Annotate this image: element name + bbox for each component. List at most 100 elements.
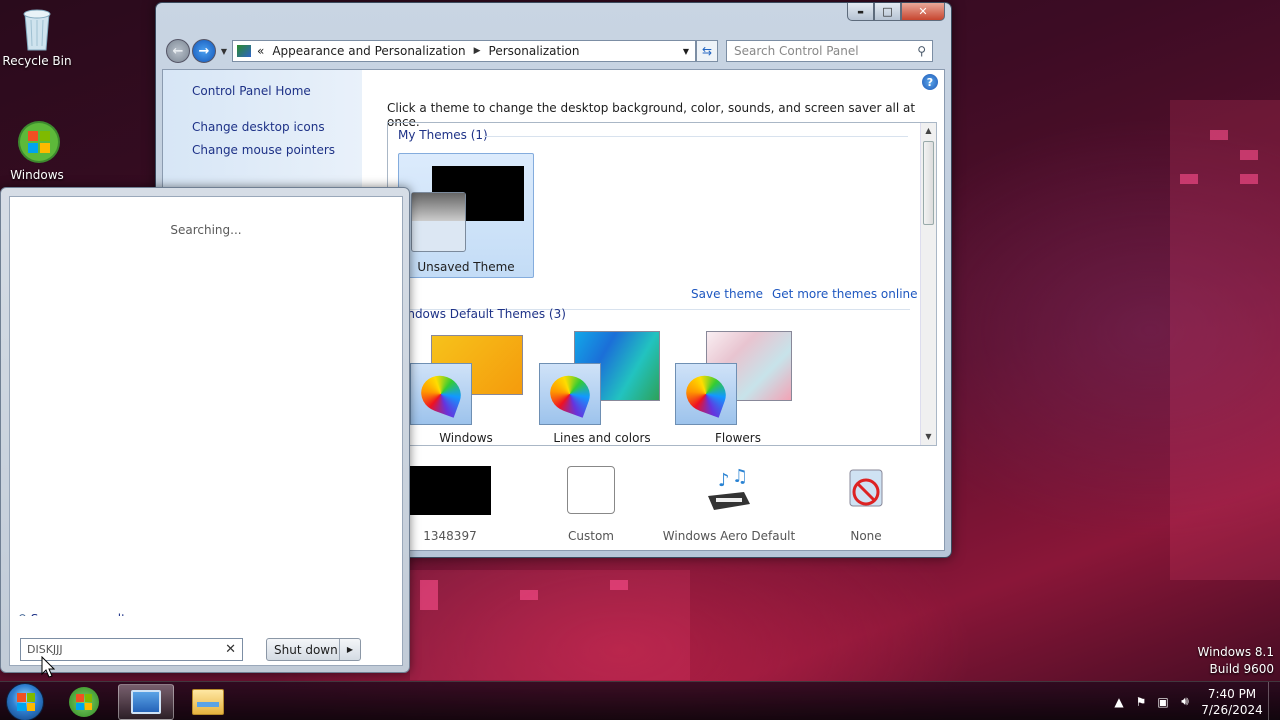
windows-logo-icon — [17, 120, 60, 164]
theme-unsaved[interactable]: Unsaved Theme — [398, 153, 534, 278]
volume-icon[interactable]: 🔊︎ — [1174, 694, 1196, 709]
setting-label: None — [850, 529, 882, 543]
taskbar: ▲ ⚑ ▣ 🔊︎ 7:40 PM 7/26/2024 — [0, 681, 1280, 720]
search-control-panel-input[interactable]: Search Control Panel ⚲ — [726, 40, 933, 62]
scroll-down-icon[interactable]: ▼ — [921, 429, 936, 445]
recent-pages-dropdown[interactable]: ▼ — [218, 47, 230, 56]
clock[interactable]: 7:40 PM 7/26/2024 — [1196, 686, 1268, 718]
scroll-up-icon[interactable]: ▲ — [921, 123, 936, 139]
help-button[interactable]: ? — [922, 74, 938, 90]
theme-lines-and-colors[interactable]: Lines and colors — [534, 329, 670, 445]
breadcrumb-appearance[interactable]: Appearance and Personalization — [272, 44, 465, 58]
address-dropdown-icon[interactable]: ▼ — [677, 47, 695, 56]
network-icon[interactable]: ▣ — [1152, 695, 1174, 709]
search-value: DISKJJJ — [27, 643, 63, 656]
color-palette-icon — [539, 363, 601, 425]
theme-label: Lines and colors — [553, 431, 651, 445]
breadcrumb-separator-icon[interactable]: ▶ — [474, 46, 481, 56]
navigation-bar: ← → ▼ « Appearance and Personalization ▶… — [166, 37, 943, 65]
change-desktop-icons-link[interactable]: Change desktop icons — [192, 120, 325, 134]
sounds-icon: ♪ ♫ — [704, 466, 754, 515]
svg-text:♫: ♫ — [732, 466, 748, 487]
desktop-icon-windows[interactable]: Windows — [2, 120, 72, 182]
breadcrumb-personalization[interactable]: Personalization — [489, 44, 580, 58]
mouse-cursor-icon — [41, 656, 55, 678]
screen-saver-setting[interactable]: None — [811, 466, 921, 543]
default-themes-header: indows Default Themes (3) — [404, 307, 566, 321]
search-icon[interactable]: ⚲ — [917, 44, 926, 58]
help-icon: ? — [926, 75, 934, 89]
theme-window-titlebar — [412, 193, 465, 221]
searching-status: Searching... — [170, 223, 242, 237]
screen-saver-none-icon — [844, 466, 888, 515]
control-panel-icon — [131, 690, 161, 714]
minimize-button[interactable]: ▬ — [847, 3, 874, 21]
color-palette-icon — [675, 363, 737, 425]
folder-icon — [192, 689, 224, 715]
breadcrumb-overflow[interactable]: « — [257, 44, 264, 58]
setting-label: Custom — [568, 529, 614, 543]
shut-down-label: Shut down — [274, 642, 338, 657]
desktop-icon-label: Windows — [10, 168, 64, 182]
color-swatch-icon — [567, 466, 615, 514]
background-building — [1170, 100, 1280, 580]
search-placeholder: Search Control Panel — [734, 44, 859, 58]
refresh-button[interactable]: ⇆ — [696, 40, 718, 62]
forward-button[interactable]: → — [192, 39, 216, 63]
theme-window-preview — [411, 192, 466, 252]
theme-list-scrollbar[interactable]: ▲ ▼ — [920, 123, 936, 445]
start-menu: Searching... ⚲ See more results — [0, 187, 410, 673]
theme-flowers[interactable]: Flowers — [670, 329, 806, 445]
change-mouse-pointers-link[interactable]: Change mouse pointers — [192, 143, 335, 157]
theme-label: Unsaved Theme — [417, 260, 515, 274]
address-bar[interactable]: « Appearance and Personalization ▶ Perso… — [232, 40, 696, 62]
arrow-right-icon: → — [198, 43, 210, 59]
theme-windows[interactable]: Windows — [398, 329, 534, 445]
svg-text:♪: ♪ — [718, 470, 730, 491]
windows-logo-icon — [69, 687, 99, 717]
action-center-flag-icon[interactable]: ⚑ — [1130, 695, 1152, 709]
recycle-bin-icon — [17, 6, 57, 51]
start-button[interactable] — [6, 683, 44, 720]
search-results-pane: Searching... ⚲ See more results — [9, 196, 403, 626]
setting-label: 1348397 — [423, 529, 477, 543]
sounds-setting[interactable]: ♪ ♫ Windows Aero Default — [659, 466, 799, 543]
color-setting[interactable]: Custom — [536, 466, 646, 543]
windows-watermark: Windows 8.1 Build 9600 — [1198, 645, 1274, 676]
control-panel-home-link[interactable]: Control Panel Home — [192, 84, 311, 98]
system-tray: ▲ ⚑ ▣ 🔊︎ 7:40 PM 7/26/2024 — [1108, 682, 1280, 720]
show-desktop-button[interactable] — [1268, 682, 1280, 720]
desktop-background-icon — [409, 466, 491, 515]
refresh-icon: ⇆ — [701, 44, 713, 58]
taskbar-control-panel-button[interactable] — [118, 684, 174, 720]
scrollbar-thumb[interactable] — [923, 141, 934, 225]
get-more-themes-link[interactable]: Get more themes online — [772, 287, 918, 301]
caption-buttons: ▬ □ ✕ — [847, 3, 945, 21]
shut-down-button[interactable]: Shut down ▶ — [266, 638, 361, 661]
watermark-build: Build 9600 — [1209, 662, 1274, 676]
my-themes-header: My Themes (1) — [398, 128, 488, 142]
theme-label: Flowers — [715, 431, 761, 445]
desktop-icon-recycle-bin[interactable]: Recycle Bin — [2, 6, 72, 68]
windows-logo-icon — [17, 693, 35, 711]
color-palette-icon — [410, 363, 472, 425]
close-button[interactable]: ✕ — [901, 3, 945, 21]
taskbar-explorer-button[interactable] — [180, 684, 236, 720]
theme-label: Windows — [439, 431, 493, 445]
back-button[interactable]: ← — [166, 39, 190, 63]
show-hidden-icons-icon[interactable]: ▲ — [1108, 695, 1130, 709]
shut-down-options-icon[interactable]: ▶ — [339, 639, 360, 660]
clock-date: 7/26/2024 — [1201, 702, 1263, 717]
background-building — [410, 570, 690, 680]
setting-label: Windows Aero Default — [662, 529, 796, 543]
group-divider — [484, 136, 908, 137]
clear-search-icon[interactable]: ✕ — [225, 642, 236, 657]
control-panel-icon — [237, 45, 251, 57]
maximize-button[interactable]: □ — [874, 3, 901, 21]
save-theme-link[interactable]: Save theme — [691, 287, 763, 301]
clock-time: 7:40 PM — [1207, 686, 1257, 701]
watermark-edition: Windows 8.1 — [1197, 645, 1274, 659]
desktop-background-setting[interactable]: 1348397 — [395, 466, 505, 543]
theme-list: My Themes (1) Unsaved Theme Save theme G… — [387, 122, 937, 446]
taskbar-windows-button[interactable] — [56, 684, 112, 720]
